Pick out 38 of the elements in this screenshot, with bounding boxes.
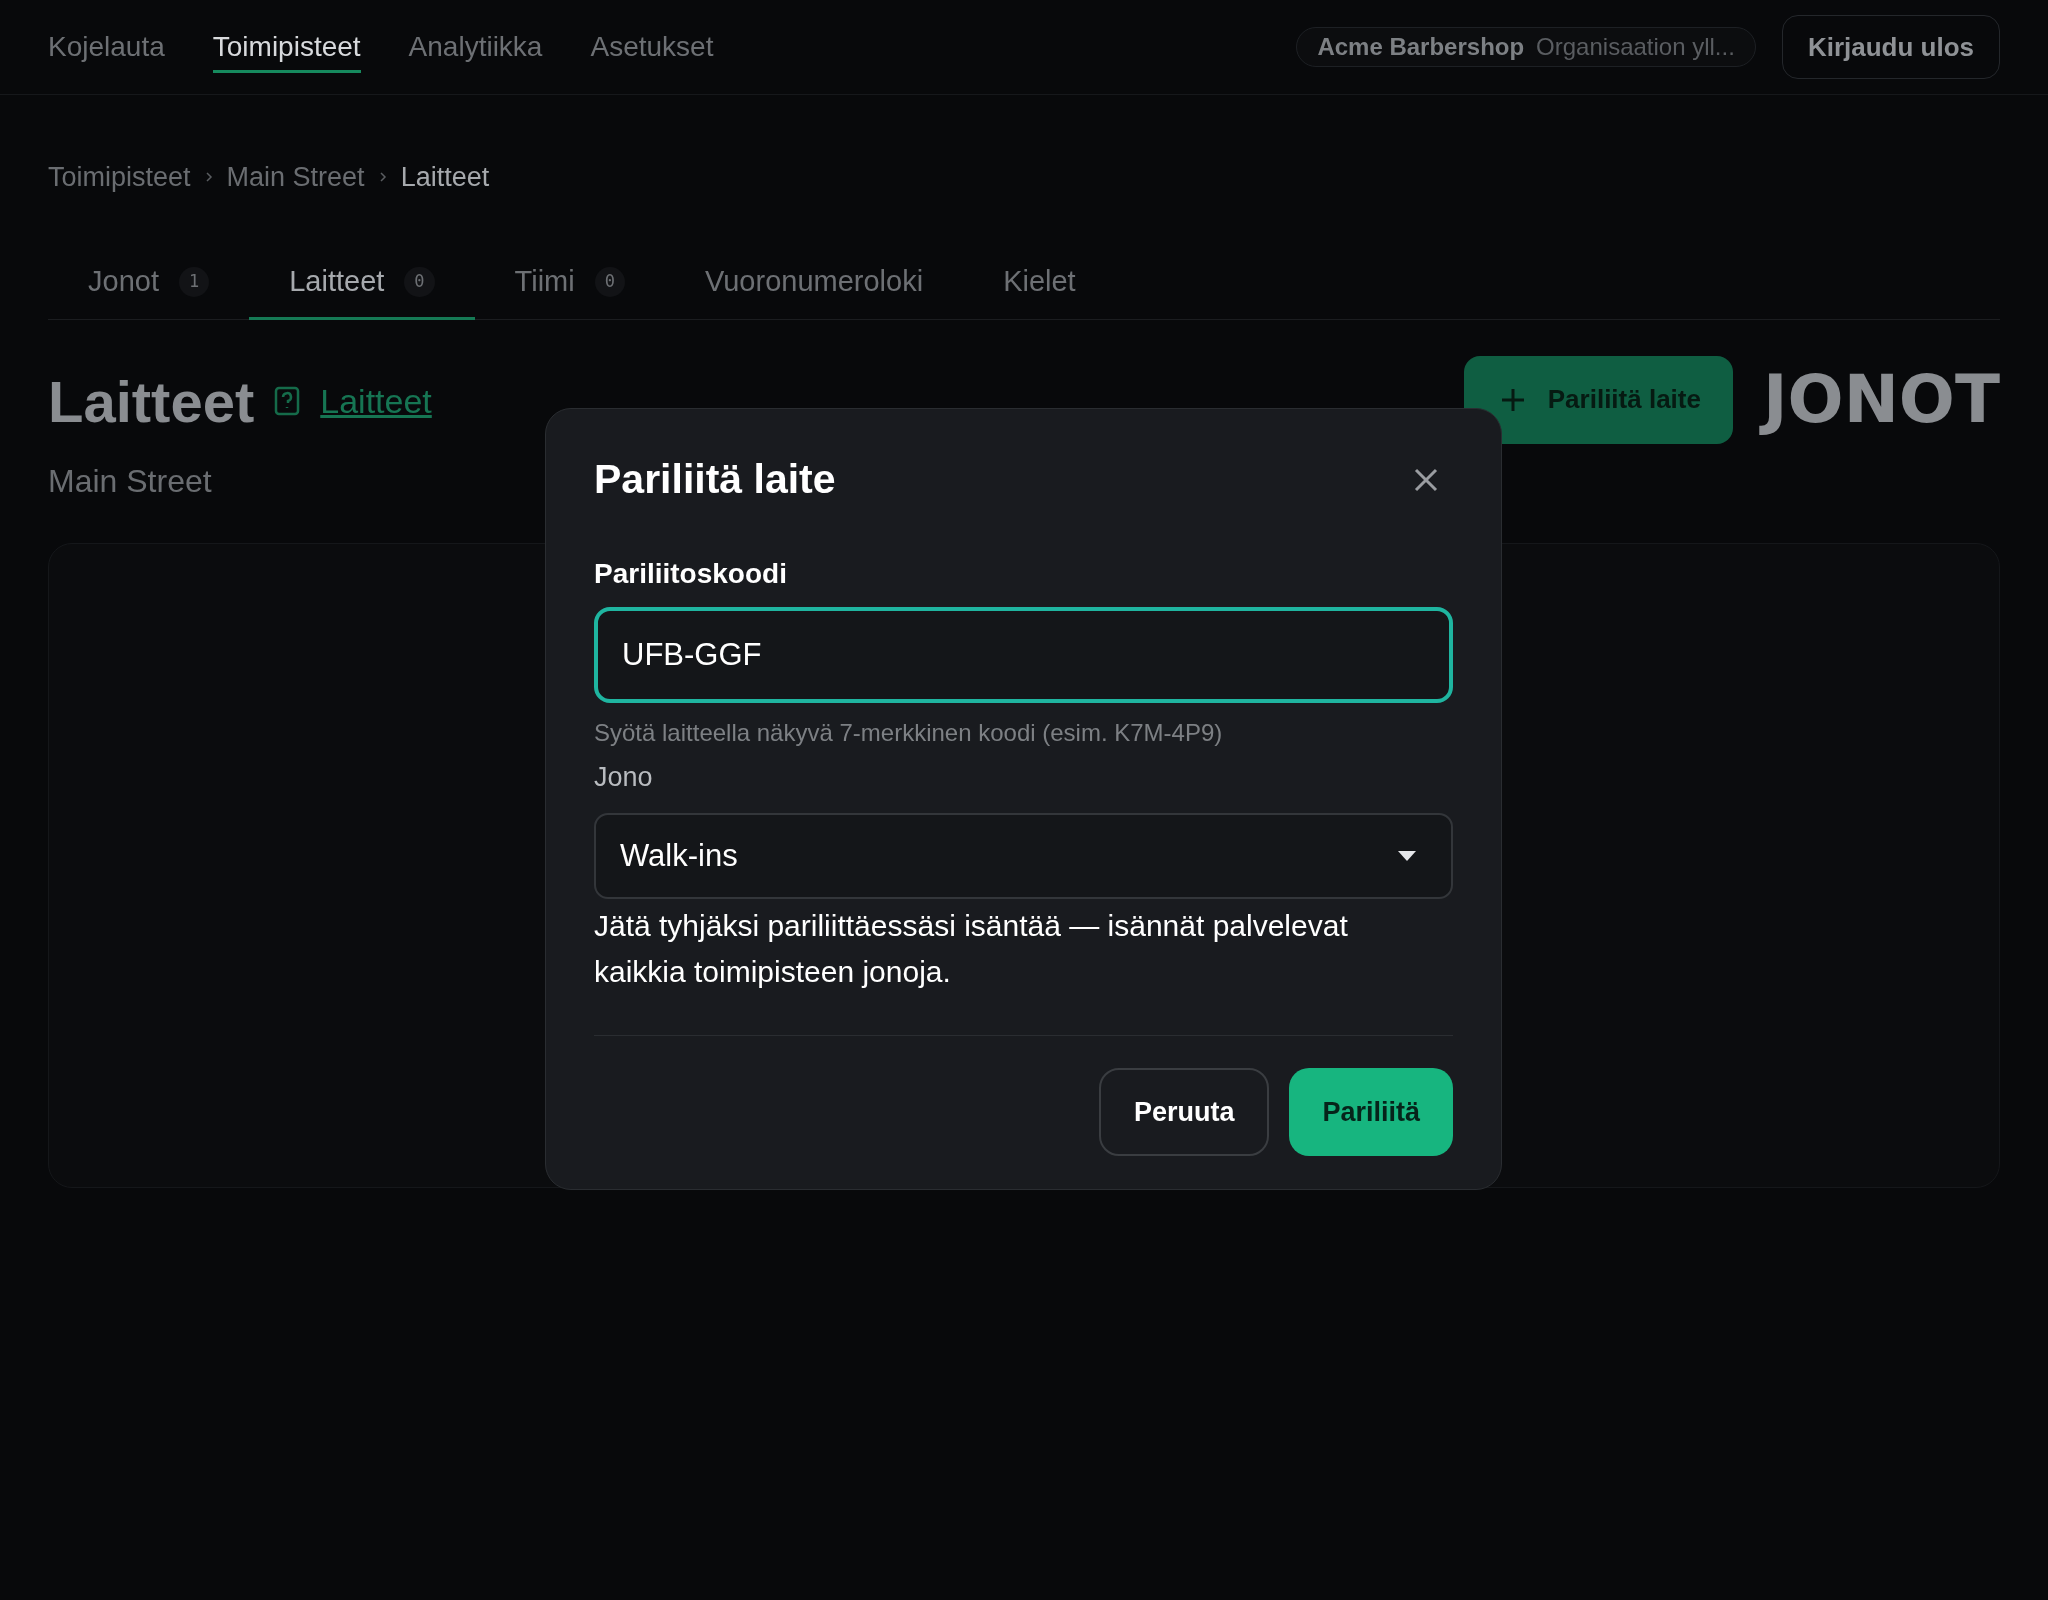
tab[interactable]: Jonot 1 bbox=[48, 247, 250, 320]
queue-select[interactable]: Walk-ins bbox=[594, 813, 1453, 899]
caret-icon bbox=[1397, 850, 1417, 862]
field-label: Jono bbox=[594, 760, 654, 794]
breadcrumb-link[interactable]: Main Street bbox=[226, 157, 365, 198]
nav-link[interactable]: Asetukset bbox=[590, 21, 714, 73]
page-title: Laitteet bbox=[48, 367, 255, 436]
organization-role: Organisaation yll... bbox=[1536, 32, 1735, 62]
pair-button[interactable]: Pariliitä bbox=[1289, 1068, 1453, 1156]
close-icon[interactable] bbox=[1413, 466, 1439, 493]
nav-link[interactable]: Kojelauta bbox=[48, 21, 165, 73]
count-badge: 0 bbox=[594, 267, 625, 297]
breadcrumb-link[interactable]: Toimipisteet bbox=[48, 157, 191, 198]
count-badge: 0 bbox=[404, 267, 435, 297]
help-icon bbox=[274, 386, 301, 416]
nav-link[interactable]: Toimipisteet bbox=[212, 21, 361, 73]
page-subtitle: Main Street bbox=[48, 461, 213, 501]
tab[interactable]: Vuoronumeroloki bbox=[664, 247, 964, 320]
field-label: Pariliitoskoodi bbox=[594, 556, 788, 591]
pair-device-button[interactable]: Pariliitä laite bbox=[1463, 355, 1733, 444]
organization-name: Acme Barbershop bbox=[1317, 32, 1525, 62]
pairing-code-field[interactable]: UFB-GGF bbox=[594, 606, 1453, 703]
queue-help-text: Jätä tyhjäksi pariliittäessäsi isäntää — isännät palvelevat kaikkia toimipisteen jonoja. bbox=[594, 908, 1349, 990]
chevron-icon bbox=[378, 171, 387, 184]
nav-link[interactable]: Analytiikka bbox=[408, 21, 543, 73]
plus-icon bbox=[1499, 386, 1526, 413]
count-badge: 1 bbox=[178, 267, 210, 297]
logout-button[interactable]: Kirjaudu ulos bbox=[1781, 15, 2000, 79]
tab[interactable]: Laitteet 0 bbox=[249, 247, 475, 320]
cancel-button[interactable]: Peruuta bbox=[1098, 1068, 1270, 1156]
help-link[interactable]: Laitteet bbox=[320, 375, 432, 427]
tab[interactable]: Tiimi 0 bbox=[474, 247, 665, 320]
tab[interactable]: Kielet bbox=[963, 247, 1116, 320]
breadcrumb-current: Laitteet bbox=[400, 161, 490, 194]
dialog-title: Pariliitä laite bbox=[594, 455, 836, 504]
organization-switcher[interactable]: Acme Barbershop Organisaation yll... bbox=[1296, 27, 1756, 67]
chevron-icon bbox=[204, 171, 213, 184]
field-hint: Syötä laitteella näkyvä 7-merkkinen koodi (esim. K7M-4P9) bbox=[594, 717, 1224, 748]
